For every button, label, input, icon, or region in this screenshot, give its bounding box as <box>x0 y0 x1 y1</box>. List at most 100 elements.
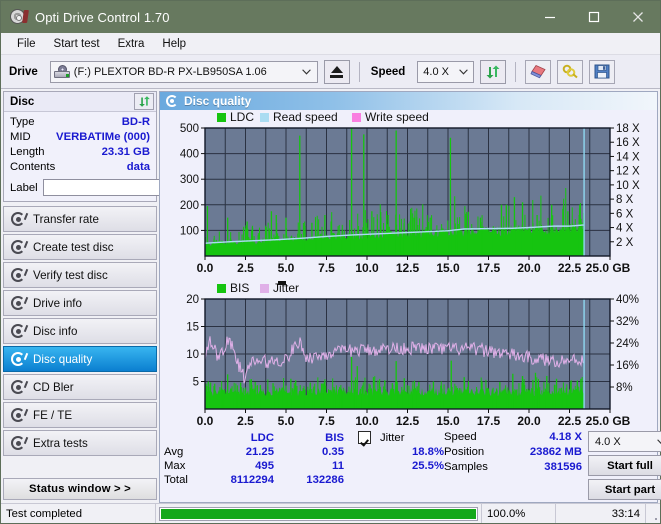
chart-bis-jitter: 5 10 15 20 8% 16% 24% 32% 40% 0.0 2.5 5.0 7.5 10.0 12.… <box>160 281 657 434</box>
erase-button[interactable] <box>525 59 552 84</box>
sidebar-item-drive-info[interactable]: Drive info <box>3 290 157 316</box>
menu-file[interactable]: File <box>9 36 44 52</box>
svg-text:24%: 24% <box>616 338 639 350</box>
save-button[interactable] <box>589 59 616 84</box>
sidebar: Disc Type BD-R MID VERBATIMe (000) Lengt… <box>1 89 246 503</box>
disc-row-length-key: Length <box>10 146 45 158</box>
stats-panel: LDC BIS Jitter Avg 21.25 0.35 18.8% Max … <box>160 427 661 502</box>
svg-text:16%: 16% <box>616 360 639 372</box>
sidebar-nav: Transfer rate Create test disc Verify te… <box>3 206 157 456</box>
svg-text:17.5: 17.5 <box>477 261 501 275</box>
chart-bis-svg: 5 10 15 20 8% 16% 24% 32% 40% 0.0 2.5 5.0 7.5 10.0 12.… <box>186 281 639 428</box>
stats-meta: Speed 4.18 X Position 23862 MB Samples 3… <box>444 431 588 500</box>
jitter-checkbox[interactable] <box>357 431 371 444</box>
svg-text:LDC: LDC <box>230 110 254 124</box>
sidebar-item-label: Create test disc <box>33 240 114 254</box>
menu-help[interactable]: Help <box>154 36 194 52</box>
keys-button[interactable] <box>557 59 584 84</box>
main-body: Disc Type BD-R MID VERBATIMe (000) Lengt… <box>1 89 661 503</box>
disc-panel-header: Disc <box>4 92 156 112</box>
drive-select-value: (F:) PLEXTOR BD-R PX-LB950SA 1.06 <box>73 65 267 78</box>
stats-avg-ldc: 21.25 <box>245 446 274 458</box>
toolbar-divider-1 <box>358 61 360 82</box>
start-part-button[interactable]: Start part <box>588 479 661 500</box>
disc-refresh-button[interactable] <box>134 93 154 110</box>
menu-start-test[interactable]: Start test <box>46 36 108 52</box>
svg-text:4 X: 4 X <box>616 223 634 235</box>
eject-button[interactable] <box>323 59 350 84</box>
svg-text:5: 5 <box>193 377 199 389</box>
position-key: Position <box>444 446 485 458</box>
disc-test-icon <box>11 352 29 366</box>
sidebar-item-label: Extra tests <box>33 436 88 450</box>
svg-text:500: 500 <box>180 123 199 135</box>
svg-text:Write speed: Write speed <box>365 110 429 124</box>
svg-text:5.0: 5.0 <box>278 414 295 428</box>
stats-header-bis: BIS <box>325 431 344 444</box>
refresh-icon <box>486 65 500 78</box>
disc-row-mid-key: MID <box>10 131 31 143</box>
svg-text:20: 20 <box>186 294 199 306</box>
sidebar-item-label: FE / TE <box>33 408 73 422</box>
refresh-button[interactable] <box>480 59 507 84</box>
panel-title: Disc quality <box>184 94 252 108</box>
test-speed-select[interactable]: 4.0 X <box>588 431 661 452</box>
disc-row-contents-value: data <box>126 161 150 173</box>
svg-text:15.0: 15.0 <box>436 261 460 275</box>
disc-quality-panel: Disc quality 100 200 300 400 500 2 X 4 X 6 X 8 X… <box>159 91 661 503</box>
sidebar-item-label: Transfer rate <box>33 212 99 226</box>
sidebar-item-cd-bler[interactable]: CD Bler <box>3 374 157 400</box>
app-disc-icon <box>9 8 29 26</box>
speed-select[interactable]: 4.0 X <box>417 60 475 83</box>
svg-text:12.5: 12.5 <box>396 261 420 275</box>
minimize-button[interactable] <box>528 1 572 33</box>
stats-max-bis: 11 <box>332 460 344 472</box>
sidebar-item-create-test-disc[interactable]: Create test disc <box>3 234 157 260</box>
chart-ldc-svg: 100 200 300 400 500 2 X 4 X 6 X 8 X 10 X 12 X 14 X 1… <box>180 110 640 275</box>
sidebar-item-fe-te[interactable]: FE / TE <box>3 402 157 428</box>
sidebar-item-disc-info[interactable]: Disc info <box>3 318 157 344</box>
svg-text:400: 400 <box>180 149 199 161</box>
svg-text:100: 100 <box>180 225 199 237</box>
position-value: 23862 MB <box>529 446 582 458</box>
svg-text:Read speed: Read speed <box>273 110 338 124</box>
close-button[interactable] <box>616 1 660 33</box>
content-area: Disc quality 100 200 300 400 500 2 X 4 X 6 X 8 X… <box>159 89 661 503</box>
sidebar-item-extra-tests[interactable]: Extra tests <box>3 430 157 456</box>
app-window: Opti Drive Control 1.70 File Start test … <box>0 0 661 524</box>
menu-extra[interactable]: Extra <box>110 36 153 52</box>
stats-total-bis: 132286 <box>306 474 344 486</box>
sidebar-item-label: Disc quality <box>33 352 93 366</box>
svg-text:40%: 40% <box>616 294 639 306</box>
disc-row-type: Type BD-R <box>10 115 150 130</box>
stats-row-avg-key: Avg <box>164 446 184 458</box>
sidebar-item-disc-quality[interactable]: Disc quality <box>3 346 157 372</box>
svg-text:8%: 8% <box>616 382 633 394</box>
svg-text:22.5: 22.5 <box>558 414 582 428</box>
sidebar-item-transfer-rate[interactable]: Transfer rate <box>3 206 157 232</box>
disc-quality-icon <box>166 95 178 107</box>
samples-value: 381596 <box>544 461 582 473</box>
disc-row-length: Length 23.31 GB <box>10 145 150 160</box>
speed-label: Speed <box>370 65 406 78</box>
svg-text:0.0: 0.0 <box>197 261 214 275</box>
drive-select[interactable]: (F:) PLEXTOR BD-R PX-LB950SA 1.06 <box>49 60 318 83</box>
status-window-button[interactable]: Status window > > <box>3 478 157 500</box>
svg-text:16 X: 16 X <box>616 137 640 149</box>
sidebar-item-label: Verify test disc <box>33 268 108 282</box>
disc-test-icon <box>11 212 29 226</box>
disc-test-icon <box>11 408 29 422</box>
stats-row-max-key: Max <box>164 460 186 472</box>
keys-icon <box>562 64 578 79</box>
maximize-button[interactable] <box>572 1 616 33</box>
start-full-button[interactable]: Start full <box>588 455 661 476</box>
progress-fill <box>161 508 476 519</box>
resize-grip[interactable] <box>646 504 660 523</box>
chevron-down-icon <box>653 438 661 445</box>
disc-test-icon <box>11 324 29 338</box>
svg-text:15.0: 15.0 <box>436 414 460 428</box>
sidebar-item-verify-test-disc[interactable]: Verify test disc <box>3 262 157 288</box>
disc-row-length-value: 23.31 GB <box>101 146 150 158</box>
svg-text:BIS: BIS <box>230 281 249 295</box>
svg-text:14 X: 14 X <box>616 151 640 163</box>
